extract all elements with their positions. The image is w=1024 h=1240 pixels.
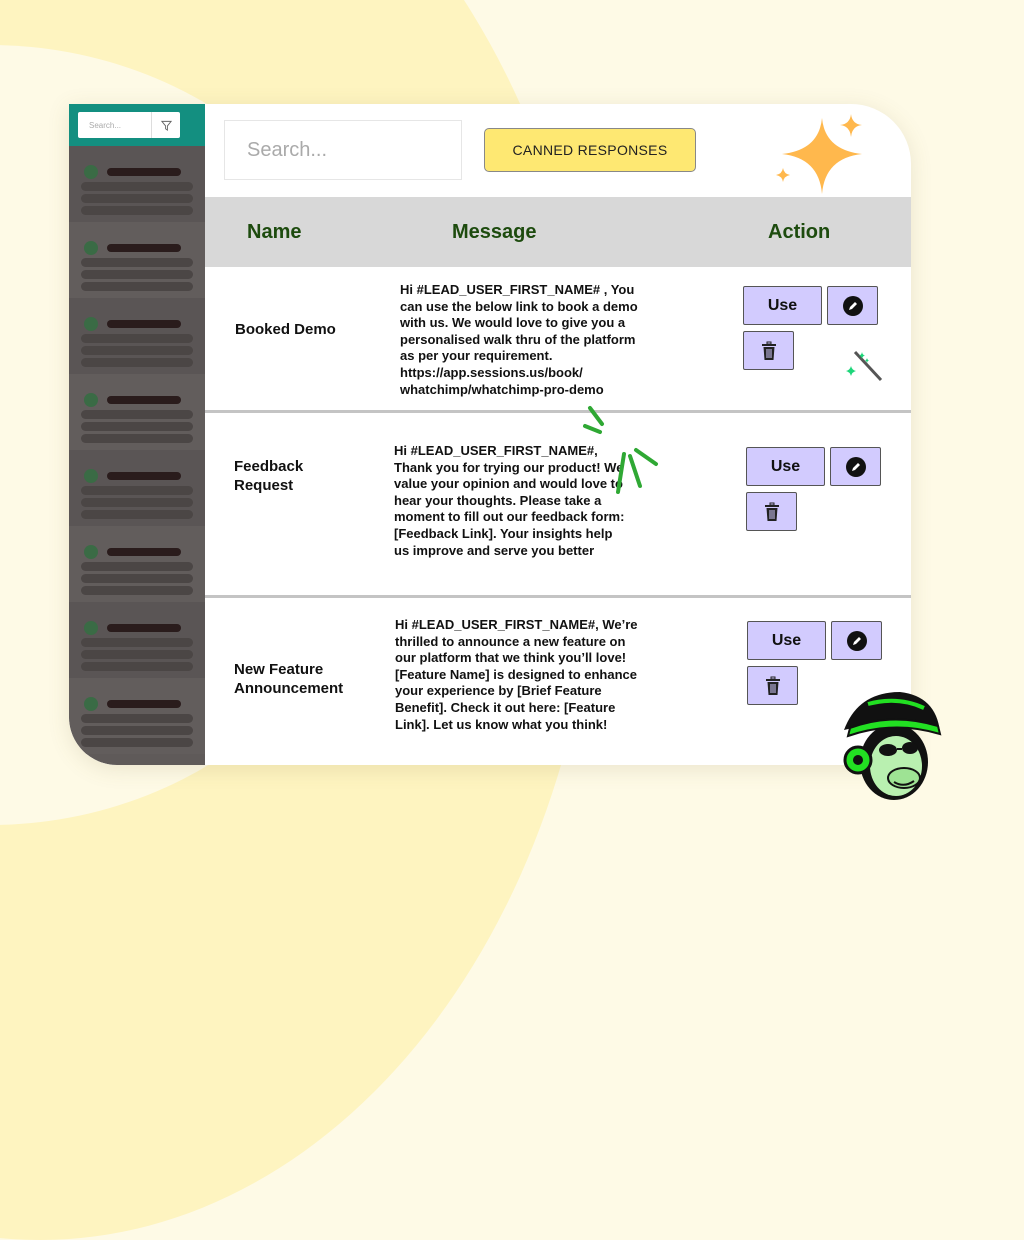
delete-button[interactable] — [746, 492, 797, 531]
conversation-sidebar: Search... — [69, 104, 205, 765]
delete-button[interactable] — [747, 666, 798, 705]
message-preview-placeholder — [81, 206, 193, 215]
online-status-dot — [84, 317, 98, 331]
message-preview-placeholder — [81, 510, 193, 519]
online-status-dot — [84, 165, 98, 179]
message-preview-placeholder — [81, 574, 193, 583]
message-preview-placeholder — [81, 562, 193, 571]
message-preview-placeholder — [81, 586, 193, 595]
contact-name-placeholder — [107, 168, 181, 176]
online-status-dot — [84, 621, 98, 635]
message-preview-placeholder — [81, 410, 193, 419]
conversation-item[interactable] — [69, 678, 205, 754]
message-preview-placeholder — [81, 726, 193, 735]
contact-name-placeholder — [107, 244, 181, 252]
online-status-dot — [84, 393, 98, 407]
column-header-name: Name — [247, 221, 302, 243]
conversation-item[interactable] — [69, 602, 205, 678]
online-status-dot — [84, 241, 98, 255]
message-preview-placeholder — [81, 486, 193, 495]
search-placeholder: Search... — [247, 138, 328, 161]
message-preview-placeholder — [81, 434, 193, 443]
pencil-icon — [846, 630, 867, 651]
trash-icon — [764, 502, 779, 521]
column-header-action: Action — [768, 221, 831, 243]
conversation-item[interactable] — [69, 222, 205, 298]
message-preview-placeholder — [81, 258, 193, 267]
table-header: Name Message Action — [205, 197, 911, 267]
message-preview-placeholder — [81, 498, 193, 507]
response-name: New Feature Announcement — [234, 661, 344, 697]
conversation-item[interactable] — [69, 450, 205, 526]
message-preview-placeholder — [81, 282, 193, 291]
message-preview-placeholder — [81, 422, 193, 431]
response-name: Booked Demo — [235, 321, 336, 338]
trash-icon — [761, 341, 776, 360]
message-preview-placeholder — [81, 334, 193, 343]
app-window: Search... Search... CANNED RESPONSES Nam… — [69, 104, 911, 765]
contact-name-placeholder — [107, 700, 181, 708]
sidebar-header: Search... — [69, 104, 205, 146]
message-preview-placeholder — [81, 194, 193, 203]
search-input[interactable]: Search... — [224, 120, 462, 180]
contact-name-placeholder — [107, 624, 181, 632]
message-preview-placeholder — [81, 346, 193, 355]
conversation-list — [69, 146, 205, 754]
message-preview-placeholder — [81, 662, 193, 671]
message-preview-placeholder — [81, 714, 193, 723]
edit-button[interactable] — [831, 621, 882, 660]
use-button[interactable]: Use — [747, 621, 826, 660]
chimp-mascot-icon — [843, 692, 942, 800]
message-preview-placeholder — [81, 638, 193, 647]
response-name: Feedback Request — [234, 458, 304, 494]
conversation-item[interactable] — [69, 526, 205, 602]
message-preview-placeholder — [81, 650, 193, 659]
online-status-dot — [84, 697, 98, 711]
trash-icon — [765, 676, 780, 695]
contact-name-placeholder — [107, 548, 181, 556]
message-preview-placeholder — [81, 738, 193, 747]
edit-button[interactable] — [830, 447, 881, 486]
conversation-item[interactable] — [69, 374, 205, 450]
sparkle-icon — [776, 114, 862, 194]
pencil-icon — [842, 295, 863, 316]
online-status-dot — [84, 469, 98, 483]
sidebar-search[interactable]: Search... — [78, 112, 180, 138]
column-header-message: Message — [452, 221, 537, 243]
message-preview-placeholder — [81, 270, 193, 279]
pencil-icon — [845, 456, 866, 477]
use-button[interactable]: Use — [746, 447, 825, 486]
magic-wand-icon — [846, 350, 883, 382]
burst-lines-icon — [583, 406, 658, 494]
response-message: Hi #LEAD_USER_FIRST_NAME#, We’re thrille… — [395, 617, 638, 732]
row-divider — [205, 595, 911, 598]
delete-button[interactable] — [743, 331, 794, 370]
online-status-dot — [84, 545, 98, 559]
row-divider — [205, 410, 911, 413]
response-message: Hi #LEAD_USER_FIRST_NAME# , You can use … — [400, 282, 638, 397]
filter-icon — [160, 120, 172, 131]
message-preview-placeholder — [81, 358, 193, 367]
edit-button[interactable] — [827, 286, 878, 325]
message-preview-placeholder — [81, 182, 193, 191]
contact-name-placeholder — [107, 396, 181, 404]
canned-responses-button[interactable]: CANNED RESPONSES — [484, 128, 696, 172]
contact-name-placeholder — [107, 320, 181, 328]
conversation-item[interactable] — [69, 146, 205, 222]
contact-name-placeholder — [107, 472, 181, 480]
sidebar-search-input[interactable]: Search... — [78, 121, 151, 130]
filter-button[interactable] — [151, 112, 180, 138]
canned-responses-panel: Search... CANNED RESPONSES Name Message … — [205, 104, 911, 765]
conversation-item[interactable] — [69, 298, 205, 374]
use-button[interactable]: Use — [743, 286, 822, 325]
